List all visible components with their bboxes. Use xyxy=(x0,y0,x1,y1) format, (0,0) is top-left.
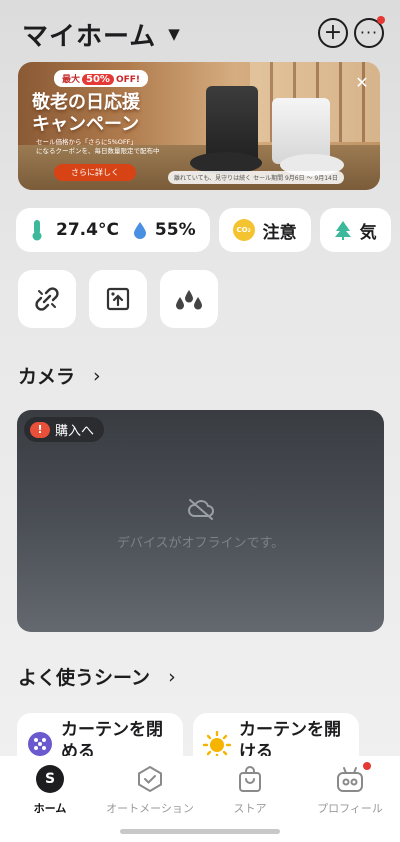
tab-automation[interactable]: オートメーション xyxy=(100,764,200,816)
tab-store[interactable]: ストア xyxy=(200,764,300,816)
alert-cloud-icon: ! xyxy=(30,421,50,438)
drops-button[interactable] xyxy=(160,270,218,328)
offline-message: デバイスがオフラインです。 xyxy=(116,536,285,551)
automation-check-icon xyxy=(135,764,165,794)
banner-subtitle: セール価格から「さらに5%OFF」 になるクーポンを、毎日数量限定で配布中 xyxy=(36,138,160,155)
quick-actions xyxy=(18,270,218,328)
store-bag-icon xyxy=(235,764,265,794)
notification-dot xyxy=(377,16,385,24)
co2-icon: CO₂ xyxy=(232,219,255,241)
humidity-value: 55% xyxy=(154,220,196,240)
link-button[interactable] xyxy=(18,270,76,328)
home-indicator xyxy=(120,829,280,834)
home-title[interactable]: マイホーム xyxy=(22,16,156,53)
discount-badge: 最大 50% OFF! xyxy=(54,70,149,87)
thermometer-icon xyxy=(32,220,42,241)
temperature-value: 27.4°C xyxy=(56,220,119,240)
dots-circle-icon xyxy=(28,732,52,756)
sun-icon xyxy=(203,731,231,759)
water-drops-icon xyxy=(176,290,202,310)
bottom-tab-bar: S ホーム オートメーション ストア プロフィール xyxy=(0,756,400,842)
banner-details-button[interactable]: さらに詳しく xyxy=(54,164,136,181)
chevron-right-icon: › xyxy=(93,364,101,387)
promo-banner[interactable]: 最大 50% OFF! 敬老の日応援 キャンペーン セール価格から「さらに5%OFF… xyxy=(18,62,380,190)
tab-label: ホーム xyxy=(33,802,67,815)
robot-face-icon xyxy=(335,762,371,794)
tab-profile[interactable]: プロフィール xyxy=(300,762,400,816)
air-quality-card[interactable]: 気 xyxy=(319,208,391,252)
link-broken-icon xyxy=(35,287,59,311)
buy-button[interactable]: ! 購入へ xyxy=(24,417,105,442)
tab-label: ストア xyxy=(233,802,267,815)
notification-dot xyxy=(363,762,371,770)
tab-label: オートメーション xyxy=(106,802,194,815)
home-avatar-icon: S xyxy=(35,764,65,794)
scenes-section-title[interactable]: よく使うシーン › xyxy=(18,663,176,690)
camera-section-label: カメラ xyxy=(18,366,76,388)
climate-card[interactable]: 27.4°C 55% xyxy=(16,208,210,252)
chevron-right-icon: › xyxy=(168,665,176,688)
banner-sale-period: 離れていても、見守りは続く セール期間 9月6日 ～ 9月14日 xyxy=(168,171,344,184)
caret-down-icon[interactable]: ▼ xyxy=(168,25,180,43)
header: マイホーム ▼ + ··· xyxy=(22,14,386,54)
more-circle-icon[interactable]: ··· xyxy=(354,16,385,48)
plus-circle-icon[interactable]: + xyxy=(318,18,348,48)
air-quality-label: 気 xyxy=(359,222,377,243)
environment-row: 27.4°C 55% CO₂ 注意 気 xyxy=(16,208,391,252)
tab-home[interactable]: S ホーム xyxy=(0,764,100,816)
scenes-section-label: よく使うシーン xyxy=(18,667,151,689)
humidity-drop-icon xyxy=(133,222,146,239)
close-icon[interactable]: ✕ xyxy=(352,72,372,92)
image-upload-button[interactable] xyxy=(89,270,147,328)
banner-title: 敬老の日応援 キャンペーン xyxy=(32,92,140,135)
camera-card[interactable]: ! 購入へ デバイスがオフラインです。 xyxy=(17,410,384,632)
image-upload-icon xyxy=(106,287,130,311)
cloud-offline-icon xyxy=(187,499,214,520)
co2-card[interactable]: CO₂ 注意 xyxy=(218,208,311,252)
tree-icon xyxy=(334,221,351,240)
camera-section-title[interactable]: カメラ › xyxy=(18,362,101,389)
tab-label: プロフィール xyxy=(317,802,383,815)
buy-label: 購入へ xyxy=(55,424,95,439)
co2-status: 注意 xyxy=(262,222,297,243)
